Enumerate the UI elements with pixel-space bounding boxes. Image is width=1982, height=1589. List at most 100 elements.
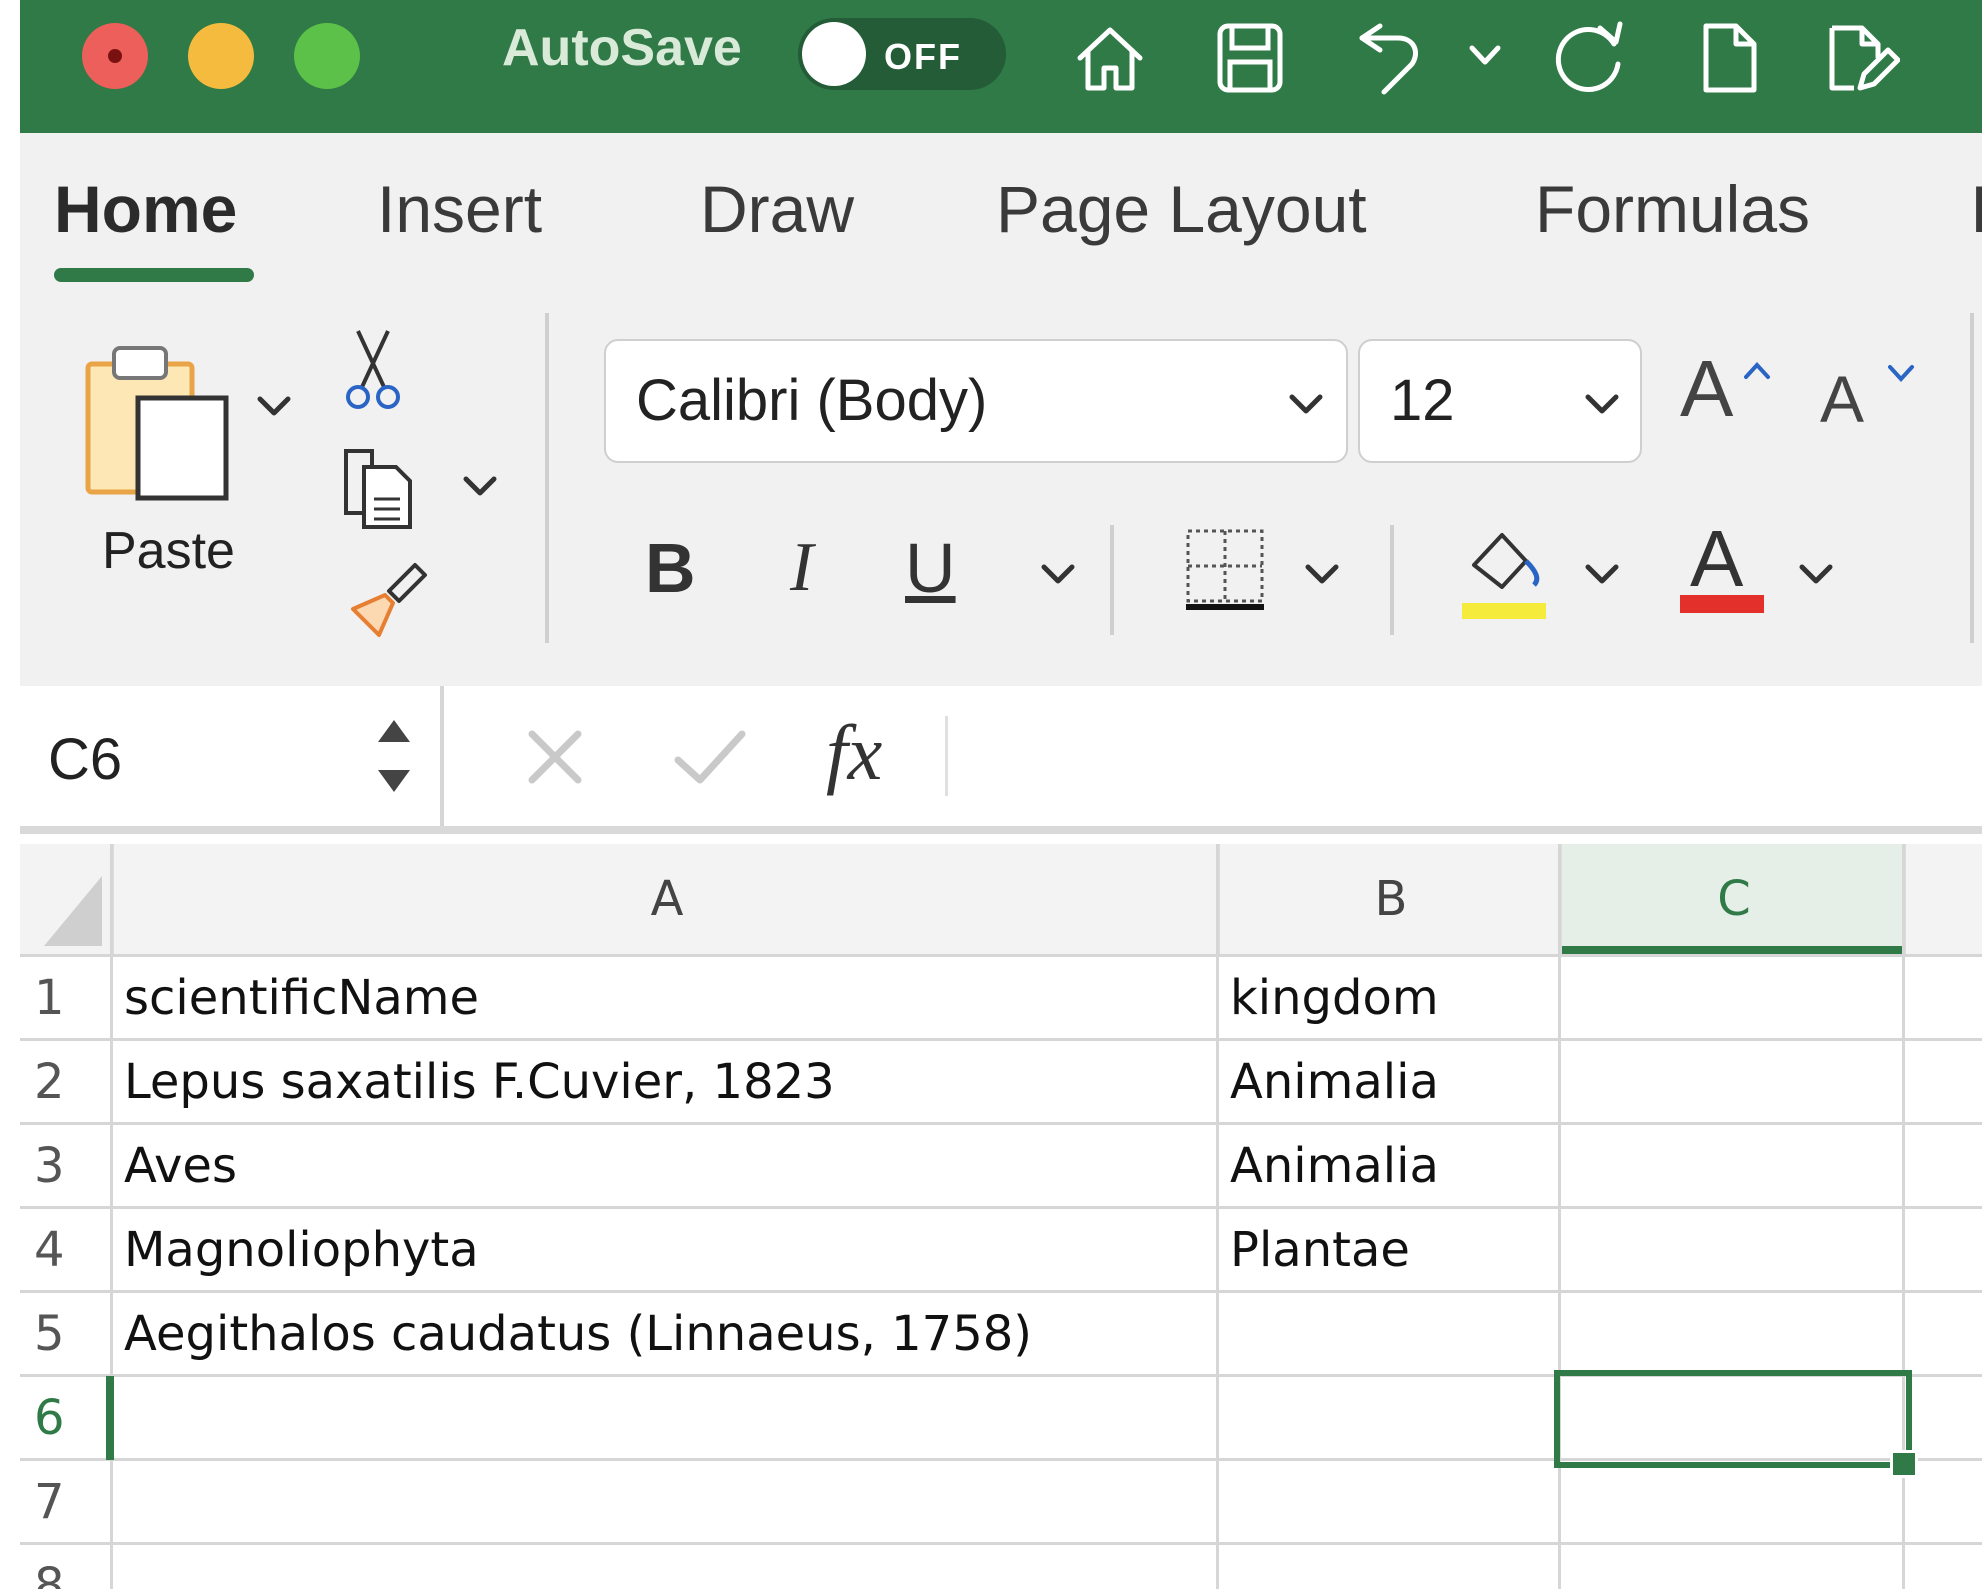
paste-icon[interactable] bbox=[80, 338, 240, 508]
cell-b1[interactable]: kingdom bbox=[1218, 956, 1558, 1040]
font-size-value: 12 bbox=[1390, 368, 1455, 433]
select-all-triangle-icon bbox=[44, 876, 102, 946]
home-icon[interactable] bbox=[1070, 18, 1150, 98]
formula-bar: C6 fx bbox=[20, 686, 1982, 826]
cell-a5[interactable]: Aegithalos caudatus (Linnaeus, 1758) bbox=[112, 1292, 1216, 1376]
borders-icon[interactable] bbox=[1180, 523, 1270, 613]
ribbon-separator bbox=[1110, 525, 1114, 635]
tab-next-partial[interactable]: I bbox=[1970, 171, 1982, 247]
bold-button[interactable]: B bbox=[645, 528, 696, 608]
cell-a7[interactable] bbox=[112, 1460, 1216, 1544]
cell-a2[interactable]: Lepus saxatilis F.Cuvier, 1823 bbox=[112, 1040, 1216, 1124]
cell-a6[interactable] bbox=[112, 1376, 1216, 1460]
caret-down-icon bbox=[1888, 365, 1914, 382]
borders-dropdown-icon[interactable] bbox=[1300, 557, 1344, 593]
save-icon[interactable] bbox=[1210, 18, 1290, 98]
underline-dropdown-icon[interactable] bbox=[1036, 557, 1080, 593]
tab-draw[interactable]: Draw bbox=[700, 171, 854, 247]
font-color-dropdown-icon[interactable] bbox=[1794, 557, 1838, 593]
row-header[interactable]: 3 bbox=[20, 1124, 110, 1208]
ribbon: Home Insert Draw Page Layout Formulas I … bbox=[20, 133, 1982, 686]
cell-c3[interactable] bbox=[1560, 1124, 1902, 1208]
undo-dropdown-icon[interactable] bbox=[1460, 30, 1510, 80]
undo-icon[interactable] bbox=[1350, 18, 1430, 98]
font-color-swatch bbox=[1680, 595, 1764, 613]
title-bar: AutoSave OFF bbox=[20, 0, 1982, 133]
font-color-button[interactable]: A bbox=[1690, 513, 1743, 605]
cell-c2[interactable] bbox=[1560, 1040, 1902, 1124]
cancel-entry-icon[interactable] bbox=[520, 722, 590, 792]
copy-icon[interactable] bbox=[338, 443, 428, 533]
column-header-d-partial[interactable] bbox=[1904, 844, 1982, 954]
cell-c4[interactable] bbox=[1560, 1208, 1902, 1292]
cell-a3[interactable]: Aves bbox=[112, 1124, 1216, 1208]
tab-page-layout[interactable]: Page Layout bbox=[996, 171, 1367, 247]
font-name-value: Calibri (Body) bbox=[636, 368, 988, 433]
minimize-window-button[interactable] bbox=[188, 23, 254, 89]
autosave-toggle[interactable]: OFF bbox=[798, 18, 1006, 90]
paste-dropdown-icon[interactable] bbox=[252, 389, 296, 425]
cell-b7[interactable] bbox=[1218, 1460, 1558, 1544]
fill-handle[interactable] bbox=[1890, 1450, 1918, 1478]
cell-b4[interactable]: Plantae bbox=[1218, 1208, 1558, 1292]
select-all-corner[interactable] bbox=[20, 844, 112, 954]
ribbon-separator bbox=[545, 313, 549, 643]
column-header-b[interactable]: B bbox=[1218, 844, 1562, 954]
new-document-icon[interactable] bbox=[1690, 18, 1770, 98]
cell-b6[interactable] bbox=[1218, 1376, 1558, 1460]
formula-divider bbox=[945, 716, 948, 796]
formula-bar-border bbox=[20, 826, 1982, 834]
decrease-font-size-button[interactable]: A bbox=[1820, 361, 1864, 437]
toggle-knob bbox=[802, 22, 866, 86]
name-box-stepper-icon[interactable] bbox=[372, 708, 416, 804]
confirm-entry-icon[interactable] bbox=[670, 722, 750, 792]
redo-icon[interactable] bbox=[1550, 18, 1630, 98]
cell-b2[interactable]: Animalia bbox=[1218, 1040, 1558, 1124]
tab-formulas[interactable]: Formulas bbox=[1535, 171, 1810, 247]
cut-icon[interactable] bbox=[338, 325, 408, 415]
font-size-dropdown[interactable]: 12 bbox=[1358, 339, 1642, 463]
paste-label[interactable]: Paste bbox=[102, 521, 235, 581]
row-header[interactable]: 1 bbox=[20, 956, 110, 1040]
format-painter-icon[interactable] bbox=[345, 555, 435, 645]
insert-function-button[interactable]: fx bbox=[826, 708, 882, 798]
autosave-label: AutoSave bbox=[502, 19, 742, 77]
increase-font-size-button[interactable]: A bbox=[1680, 343, 1733, 435]
cell-b3[interactable]: Animalia bbox=[1218, 1124, 1558, 1208]
row-header-selected[interactable]: 6 bbox=[20, 1376, 114, 1460]
cell-c1[interactable] bbox=[1560, 956, 1902, 1040]
cell-c7[interactable] bbox=[1560, 1460, 1902, 1544]
row-header[interactable]: 5 bbox=[20, 1292, 110, 1376]
maximize-window-button[interactable] bbox=[294, 23, 360, 89]
active-cell-selection bbox=[1554, 1370, 1912, 1468]
close-window-button[interactable] bbox=[82, 23, 148, 89]
chevron-down-icon bbox=[1585, 394, 1619, 414]
chevron-down-icon bbox=[1289, 394, 1323, 414]
active-tab-indicator bbox=[54, 268, 254, 282]
ribbon-separator bbox=[1970, 313, 1974, 643]
column-header-a[interactable]: A bbox=[112, 844, 1220, 954]
cell-c5[interactable] bbox=[1560, 1292, 1902, 1376]
cell-b5[interactable] bbox=[1218, 1292, 1558, 1376]
autosave-state: OFF bbox=[884, 36, 962, 77]
cell-a1[interactable]: scientificName bbox=[112, 956, 1216, 1040]
column-header-c[interactable]: C bbox=[1560, 844, 1906, 954]
caret-up-icon bbox=[1744, 362, 1770, 379]
tab-home[interactable]: Home bbox=[54, 171, 237, 247]
cell-a4[interactable]: Magnoliophyta bbox=[112, 1208, 1216, 1292]
italic-button[interactable]: I bbox=[790, 528, 813, 608]
row-header[interactable]: 7 bbox=[20, 1460, 110, 1544]
row-header[interactable]: 8 bbox=[20, 1544, 110, 1589]
ribbon-separator bbox=[1390, 525, 1394, 635]
font-name-dropdown[interactable]: Calibri (Body) bbox=[604, 339, 1348, 463]
edit-document-icon[interactable] bbox=[1820, 18, 1900, 98]
row-header[interactable]: 2 bbox=[20, 1040, 110, 1124]
copy-dropdown-icon[interactable] bbox=[458, 469, 502, 505]
underline-button[interactable]: U bbox=[905, 528, 956, 608]
name-box[interactable]: C6 bbox=[20, 686, 444, 826]
excel-window: AutoSave OFF Home Insert Draw Page Layou… bbox=[0, 0, 1982, 1589]
tab-insert[interactable]: Insert bbox=[377, 171, 542, 247]
row-header[interactable]: 4 bbox=[20, 1208, 110, 1292]
fill-color-dropdown-icon[interactable] bbox=[1580, 557, 1624, 593]
fill-color-icon[interactable] bbox=[1460, 513, 1550, 623]
